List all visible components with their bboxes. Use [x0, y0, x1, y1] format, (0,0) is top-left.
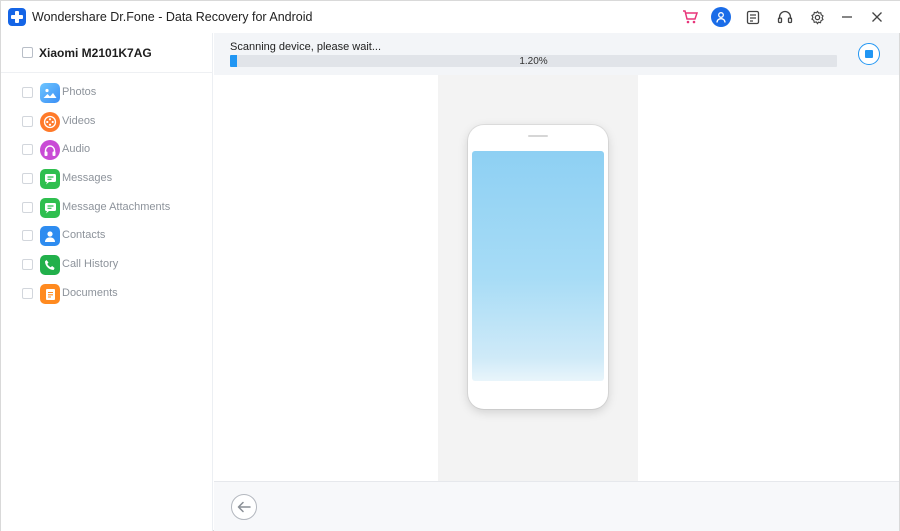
category-label: Photos [62, 86, 97, 98]
scan-progress-label: 1.20% [519, 56, 548, 67]
category-label: Messages [62, 172, 113, 184]
main-content [214, 75, 899, 481]
scan-status-text: Scanning device, please wait... [230, 41, 382, 53]
contacts-icon [40, 226, 60, 246]
phone-screen [472, 151, 604, 381]
category-label: Call History [62, 258, 119, 270]
category-call-history[interactable]: Call History [1, 253, 213, 277]
message-attachments-icon [40, 198, 60, 218]
scan-progress-bar: 1.20% [230, 55, 837, 67]
photos-checkbox[interactable] [22, 87, 33, 98]
audio-checkbox[interactable] [22, 144, 33, 155]
message-attachments-checkbox[interactable] [22, 202, 33, 213]
stop-icon [865, 50, 873, 58]
back-button[interactable] [231, 494, 257, 520]
category-messages[interactable]: Messages [1, 167, 213, 191]
messages-icon [40, 169, 60, 189]
videos-checkbox[interactable] [22, 116, 33, 127]
messages-checkbox[interactable] [22, 173, 33, 184]
category-label: Videos [62, 115, 96, 127]
sidebar: Xiaomi M2101K7AG Photos Videos Audio Mes… [1, 33, 213, 531]
category-message-attachments[interactable]: Message Attachments [1, 196, 213, 220]
app-title: Wondershare Dr.Fone - Data Recovery for … [32, 10, 313, 24]
dr-fone-logo-icon [8, 8, 26, 26]
device-name: Xiaomi M2101K7AG [39, 46, 152, 60]
stop-scan-button[interactable] [858, 43, 880, 65]
category-label: Documents [62, 287, 118, 299]
phone-illustration [468, 125, 608, 409]
category-videos[interactable]: Videos [1, 110, 213, 134]
documents-checkbox[interactable] [22, 288, 33, 299]
arrow-left-icon [237, 501, 251, 513]
close-icon[interactable] [867, 7, 887, 27]
category-photos[interactable]: Photos [1, 81, 213, 105]
category-label: Message Attachments [62, 201, 171, 213]
videos-icon [40, 112, 60, 132]
category-label: Audio [62, 143, 91, 155]
phone-speaker [528, 135, 548, 137]
call-history-checkbox[interactable] [22, 259, 33, 270]
contacts-checkbox[interactable] [22, 230, 33, 241]
category-contacts[interactable]: Contacts [1, 224, 213, 248]
category-label: Contacts [62, 229, 106, 241]
audio-icon [40, 140, 60, 160]
documents-icon [40, 284, 60, 304]
device-checkbox[interactable] [22, 47, 33, 58]
app-window: Wondershare Dr.Fone - Data Recovery for … [0, 0, 900, 531]
feedback-icon[interactable] [743, 7, 763, 27]
category-audio[interactable]: Audio [1, 138, 213, 162]
minimize-icon[interactable] [837, 7, 857, 27]
scan-progress-panel: Scanning device, please wait... 1.20% [214, 33, 899, 75]
category-documents[interactable]: Documents [1, 282, 213, 306]
call-history-icon [40, 255, 60, 275]
headset-icon[interactable] [775, 7, 795, 27]
cart-icon[interactable] [680, 7, 700, 27]
user-icon[interactable] [711, 7, 731, 27]
footer-bar [214, 481, 899, 531]
settings-icon[interactable] [807, 7, 827, 27]
title-bar: Wondershare Dr.Fone - Data Recovery for … [1, 1, 900, 33]
photos-icon [40, 83, 60, 103]
device-row: Xiaomi M2101K7AG [1, 33, 213, 73]
phone-illustration-area [438, 75, 638, 481]
